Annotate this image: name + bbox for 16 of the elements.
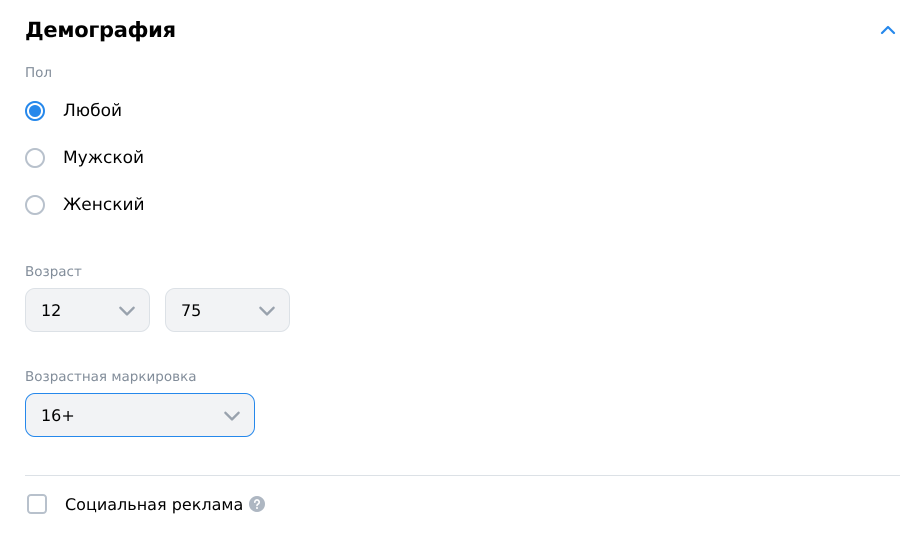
age-select[interactable]: 75 bbox=[165, 288, 290, 332]
radio-button[interactable] bbox=[25, 194, 45, 214]
radio-label: Любой bbox=[63, 100, 122, 120]
section-title: Демография bbox=[25, 18, 176, 42]
radio-button[interactable] bbox=[25, 148, 45, 168]
age-select[interactable]: 12 bbox=[25, 288, 150, 332]
age-rating-select[interactable]: 16+ bbox=[25, 393, 255, 437]
radio-button[interactable] bbox=[25, 100, 45, 120]
checkbox[interactable] bbox=[27, 494, 47, 514]
field-label: Возрастная маркировка bbox=[25, 368, 198, 386]
help-icon[interactable] bbox=[249, 496, 266, 512]
checkbox-label: Социальная реклама bbox=[65, 494, 244, 514]
field-label: Возраст bbox=[25, 263, 83, 281]
radio-label: Женский bbox=[63, 194, 145, 214]
field-label: Пол bbox=[25, 64, 54, 82]
radio-label: Мужской bbox=[63, 148, 144, 168]
